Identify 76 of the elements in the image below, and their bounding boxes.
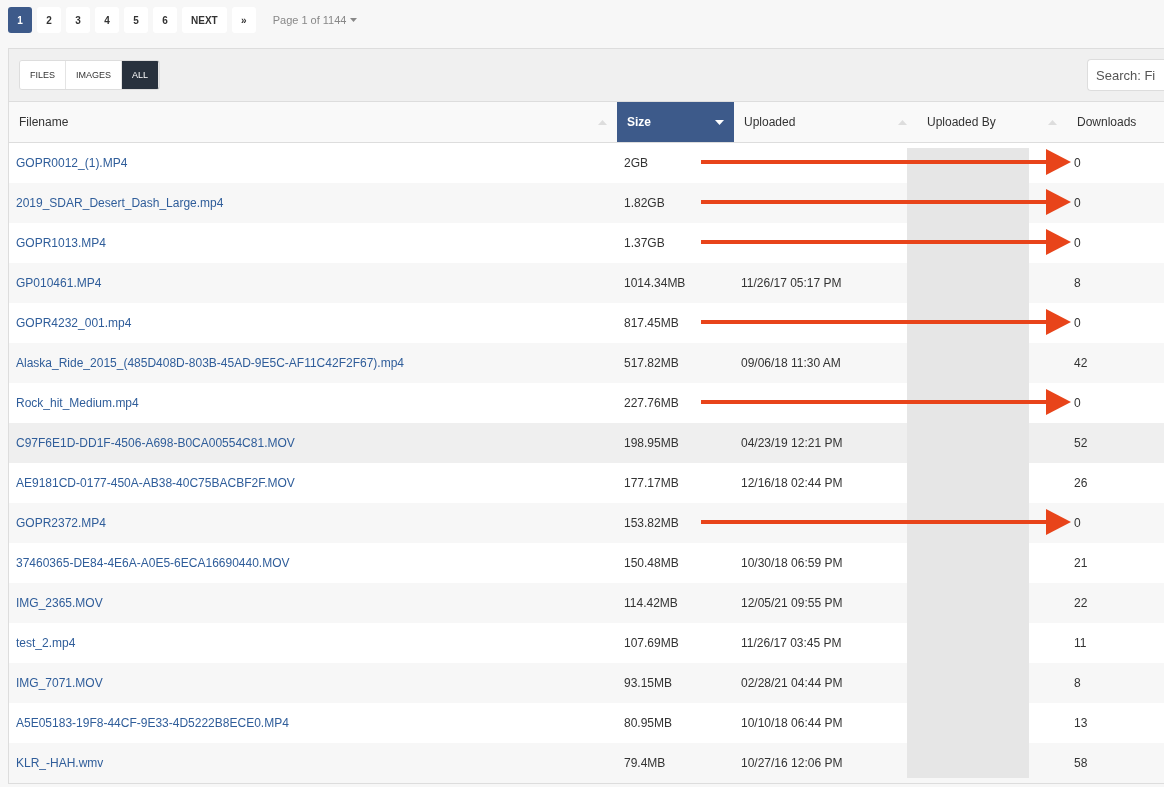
uploaded-cell: 02/28/21 04:44 PM <box>741 675 843 690</box>
column-header[interactable]: Downloads <box>1067 102 1164 143</box>
file-link[interactable]: Alaska_Ride_2015_(485D408D-803B-45AD-9E5C-AF11C42F2F67).mp4 <box>16 355 404 370</box>
uploaded-cell: 10/10/18 06:44 PM <box>741 715 843 730</box>
downloads-cell: 0 <box>1074 195 1081 210</box>
page-button[interactable]: NEXT <box>182 7 227 33</box>
uploaded-cell: 12/16/18 02:44 PM <box>741 475 843 490</box>
page-button[interactable]: 5 <box>124 7 148 33</box>
page-button[interactable]: 1 <box>8 7 32 33</box>
file-link[interactable]: KLR_-HAH.wmv <box>16 755 104 770</box>
uploaded-cell: 11/26/17 05:17 PM <box>741 275 842 290</box>
uploaded-cell: 12/05/21 09:55 PM <box>741 595 843 610</box>
downloads-cell: 8 <box>1074 675 1081 690</box>
file-link[interactable]: GOPR1013.MP4 <box>16 235 107 250</box>
file-link[interactable]: 37460365-DE84-4E6A-A0E5-6ECA16690440.MOV <box>16 555 290 570</box>
page-button[interactable]: 6 <box>153 7 177 33</box>
file-link[interactable]: GOPR4232_001.mp4 <box>16 315 132 330</box>
file-link[interactable]: test_2.mp4 <box>16 635 76 650</box>
column-header[interactable]: Size <box>617 102 734 143</box>
size-cell: 2GB <box>624 155 648 170</box>
file-link[interactable]: IMG_7071.MOV <box>16 675 103 690</box>
size-cell: 817.45MB <box>624 315 679 330</box>
downloads-cell: 22 <box>1074 595 1088 610</box>
file-link[interactable]: GOPR0012_(1).MP4 <box>16 155 128 170</box>
size-cell: 1.37GB <box>624 235 665 250</box>
file-link[interactable]: 2019_SDAR_Desert_Dash_Large.mp4 <box>16 195 224 210</box>
downloads-cell: 0 <box>1074 155 1081 170</box>
downloads-cell: 8 <box>1074 275 1081 290</box>
file-link[interactable]: IMG_2365.MOV <box>16 595 103 610</box>
downloads-cell: 13 <box>1074 715 1088 730</box>
page-button[interactable]: 4 <box>95 7 119 33</box>
file-link[interactable]: GP010461.MP4 <box>16 275 102 290</box>
size-cell: 114.42MB <box>624 595 678 610</box>
uploaded-cell: 11/26/17 03:45 PM <box>741 635 842 650</box>
size-cell: 1.82GB <box>624 195 665 210</box>
downloads-cell: 0 <box>1074 395 1081 410</box>
filter-tab[interactable]: FILES <box>20 61 66 89</box>
size-cell: 93.15MB <box>624 675 673 690</box>
file-link[interactable]: C97F6E1D-DD1F-4506-A698-B0CA00554C81.MOV <box>16 435 295 450</box>
file-link[interactable]: AE9181CD-0177-450A-AB38-40C75BACBF2F.MOV <box>16 475 295 490</box>
downloads-cell: 58 <box>1074 755 1088 770</box>
filter-tab[interactable]: ALL <box>122 61 160 89</box>
caret-icon <box>350 18 358 22</box>
size-cell: 79.4MB <box>624 755 666 770</box>
page-button[interactable]: 2 <box>37 7 61 33</box>
uploaded-cell: 04/23/19 12:21 PM <box>741 435 843 450</box>
file-link[interactable]: Rock_hit_Medium.mp4 <box>16 395 139 410</box>
downloads-cell: 42 <box>1074 355 1088 370</box>
uploaded-cell: 10/30/18 06:59 PM <box>741 555 843 570</box>
file-link[interactable]: GOPR2372.MP4 <box>16 515 107 530</box>
size-cell: 227.76MB <box>624 395 679 410</box>
page-button[interactable]: 3 <box>66 7 90 33</box>
column-header[interactable]: Filename <box>9 102 617 143</box>
downloads-cell: 21 <box>1074 555 1088 570</box>
filter-tab[interactable]: IMAGES <box>66 61 123 89</box>
downloads-cell: 0 <box>1074 315 1081 330</box>
downloads-cell: 52 <box>1074 435 1088 450</box>
size-cell: 1014.34MB <box>624 275 686 290</box>
uploaded-cell: 10/27/16 12:06 PM <box>741 755 843 770</box>
downloads-cell: 26 <box>1074 475 1088 490</box>
size-cell: 153.82MB <box>624 515 679 530</box>
size-cell: 80.95MB <box>624 715 673 730</box>
page-button[interactable]: » <box>231 7 256 33</box>
size-cell: 107.69MB <box>624 635 679 650</box>
size-cell: 150.48MB <box>624 555 679 570</box>
downloads-cell: 0 <box>1074 235 1081 250</box>
downloads-cell: 0 <box>1074 515 1081 530</box>
column-header[interactable]: Uploaded By <box>917 102 1067 143</box>
search-field[interactable]: Search: Fi <box>1087 59 1164 91</box>
size-cell: 517.82MB <box>624 355 679 370</box>
downloads-cell: 11 <box>1074 635 1087 650</box>
column-header[interactable]: Uploaded <box>734 102 917 143</box>
size-cell: 198.95MB <box>624 435 679 450</box>
file-link[interactable]: A5E05183-19F8-44CF-9E33-4D5222B8ECE0.MP4 <box>16 715 289 730</box>
size-cell: 177.17MB <box>624 475 679 490</box>
uploaded-cell: 09/06/18 11:30 AM <box>741 355 841 370</box>
